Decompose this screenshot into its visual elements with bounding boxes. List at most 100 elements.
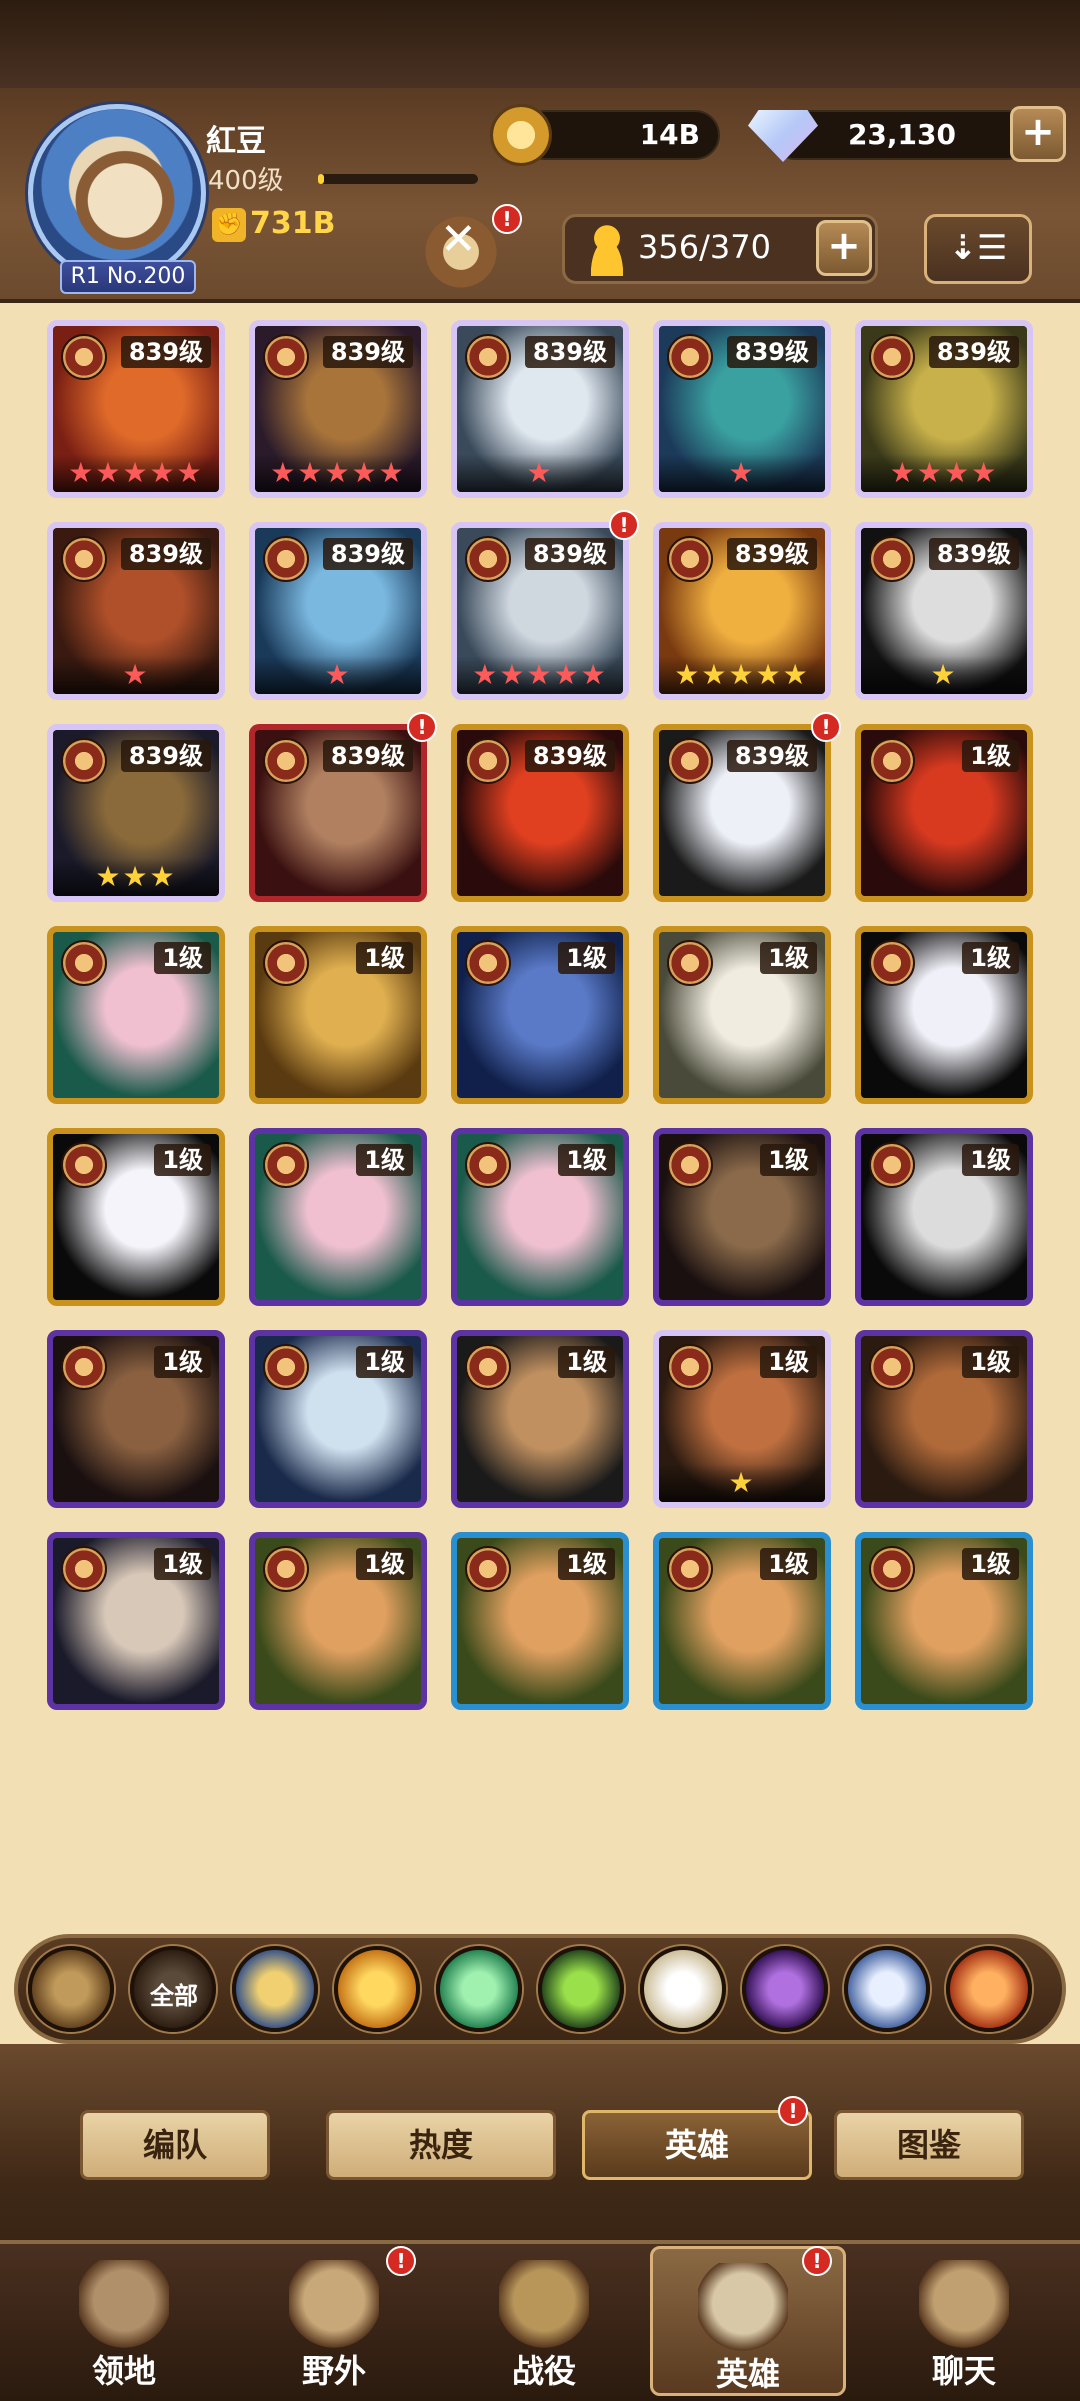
ascension-emblem-icon <box>465 1546 511 1592</box>
hero-card[interactable]: 1级 <box>653 1532 831 1710</box>
hero-card[interactable]: 1级 <box>855 724 1033 902</box>
hero-card[interactable]: 1级 <box>653 926 831 1104</box>
hero-card[interactable]: 1级 <box>47 926 225 1104</box>
hero-card[interactable]: 839级 ★ <box>249 522 427 700</box>
hero-level: 839级 <box>120 740 211 772</box>
lightbearer-filter-icon[interactable] <box>232 1946 318 2032</box>
celestial-filter-icon[interactable] <box>640 1946 726 2032</box>
ascension-emblem-icon <box>263 1344 309 1390</box>
hero-level: 839级 <box>524 740 615 772</box>
add-slots-button[interactable]: + <box>816 220 872 276</box>
ascension-emblem-icon <box>61 1344 107 1390</box>
hero-level: 1级 <box>558 942 615 974</box>
nav-label: 聊天 <box>931 2352 996 2390</box>
hero-card[interactable]: 1级 <box>249 1128 427 1306</box>
hero-card[interactable]: 839级 ★★★★★ <box>47 320 225 498</box>
hero-card[interactable]: 1级 <box>47 1532 225 1710</box>
hero-card[interactable]: 839级 <box>451 724 629 902</box>
hero-card[interactable]: 839级 ★★★★ <box>855 320 1033 498</box>
hero-card[interactable]: 1级 <box>855 1128 1033 1306</box>
hero-stars: ★★★★ <box>861 454 1027 492</box>
ascension-emblem-icon <box>263 940 309 986</box>
all-filter[interactable]: 全部 <box>130 1946 216 2032</box>
hero-card[interactable]: 839级 ★★★★★ <box>451 522 629 700</box>
ascension-emblem-icon <box>465 738 511 784</box>
ascension-emblem-icon <box>263 334 309 380</box>
hero-card[interactable]: 839级 ★★★ <box>47 724 225 902</box>
subtab[interactable]: 英雄 <box>582 2110 812 2180</box>
dimensional-filter-icon[interactable] <box>844 1946 930 2032</box>
hero-card[interactable]: 1级 <box>249 926 427 1104</box>
hero-card[interactable]: 839级 ★ <box>653 320 831 498</box>
ascension-emblem-icon <box>667 1142 713 1188</box>
nav-label: 战役 <box>511 2352 576 2390</box>
ascension-emblem-icon <box>869 1344 915 1390</box>
hero-card[interactable]: 1级 <box>451 1532 629 1710</box>
diamond-value: 23,130 <box>847 118 956 151</box>
avatar-portrait-icon <box>70 140 180 250</box>
ascend-filter-icon[interactable] <box>28 1946 114 2032</box>
sort-button[interactable]: ⇣☰ <box>924 214 1032 284</box>
hero-stars: ★★★★★ <box>659 656 825 694</box>
hero-card[interactable]: 1级 <box>855 926 1033 1104</box>
wilder-filter-icon[interactable] <box>436 1946 522 2032</box>
hero-level: 1级 <box>154 1548 211 1580</box>
hero-level: 1级 <box>356 1144 413 1176</box>
mauler-filter-icon[interactable] <box>334 1946 420 2032</box>
hero-card[interactable]: 1级 <box>451 1330 629 1508</box>
ascension-emblem-icon <box>869 334 915 380</box>
nav-item[interactable]: 战役 <box>454 2246 634 2396</box>
hero-card[interactable]: 1级 <box>249 1532 427 1710</box>
hero-card[interactable]: 839级 ★★★★★ <box>653 522 831 700</box>
ascension-emblem-icon <box>465 940 511 986</box>
gold-coin-icon <box>490 104 552 166</box>
hero-card[interactable]: 1级 <box>653 1128 831 1306</box>
subtab[interactable]: 热度 <box>326 2110 556 2180</box>
chat-bubble-icon <box>919 2260 1009 2350</box>
hero-card[interactable]: 839级 ★★★★★ <box>249 320 427 498</box>
hero-card[interactable]: 1级 <box>47 1128 225 1306</box>
hero-card[interactable]: 839级 <box>249 724 427 902</box>
player-name: 紅豆 <box>206 124 266 159</box>
hero-level: 1级 <box>558 1548 615 1580</box>
hero-card[interactable]: 1级 <box>451 1128 629 1306</box>
ascension-emblem-icon <box>667 1546 713 1592</box>
scroll-map-icon <box>289 2260 379 2350</box>
ascension-emblem-icon <box>61 940 107 986</box>
nav-label: 领地 <box>91 2352 156 2390</box>
hero-card[interactable]: 839级 ★ <box>47 522 225 700</box>
hero-card[interactable]: 1级 <box>451 926 629 1104</box>
ascension-emblem-icon <box>869 536 915 582</box>
hero-card[interactable]: 1级 <box>855 1330 1033 1508</box>
add-diamonds-button[interactable]: + <box>1010 106 1066 162</box>
hero-level: 1级 <box>760 1144 817 1176</box>
subtab[interactable]: 图鉴 <box>834 2110 1024 2180</box>
hypogean-filter-icon[interactable] <box>742 1946 828 2032</box>
hero-level: 839级 <box>524 538 615 570</box>
power-value: 731B <box>250 206 336 241</box>
hero-level: 1级 <box>760 1346 817 1378</box>
filter-label: 全部 <box>150 1982 198 2010</box>
hero-card[interactable]: 1级 <box>249 1330 427 1508</box>
hero-card[interactable]: 839级 ★ <box>451 320 629 498</box>
subtab[interactable]: 编队 <box>80 2110 270 2180</box>
graveborn-filter-icon[interactable] <box>538 1946 624 2032</box>
exp-fill <box>318 174 325 184</box>
hero-card[interactable]: 1级 ★ <box>653 1330 831 1508</box>
dragon-filter-icon[interactable] <box>946 1946 1032 2032</box>
hero-level: 1级 <box>962 942 1019 974</box>
gold-value: 14B <box>639 118 700 151</box>
hero-level: 839级 <box>322 740 413 772</box>
ascension-emblem-icon <box>667 1344 713 1390</box>
nav-item[interactable]: 领地 <box>34 2246 214 2396</box>
hero-card[interactable]: 1级 <box>855 1532 1033 1710</box>
hero-alert-badge: ! <box>407 712 437 742</box>
hero-level: 839级 <box>928 336 1019 368</box>
nav-item[interactable]: 聊天 <box>874 2246 1054 2396</box>
hero-level: 839级 <box>726 336 817 368</box>
hero-card[interactable]: 839级 <box>653 724 831 902</box>
hero-stars: ★ <box>457 454 623 492</box>
hero-card[interactable]: 1级 <box>47 1330 225 1508</box>
sort-icon: ⇣☰ <box>948 228 1008 268</box>
hero-card[interactable]: 839级 ★ <box>855 522 1033 700</box>
